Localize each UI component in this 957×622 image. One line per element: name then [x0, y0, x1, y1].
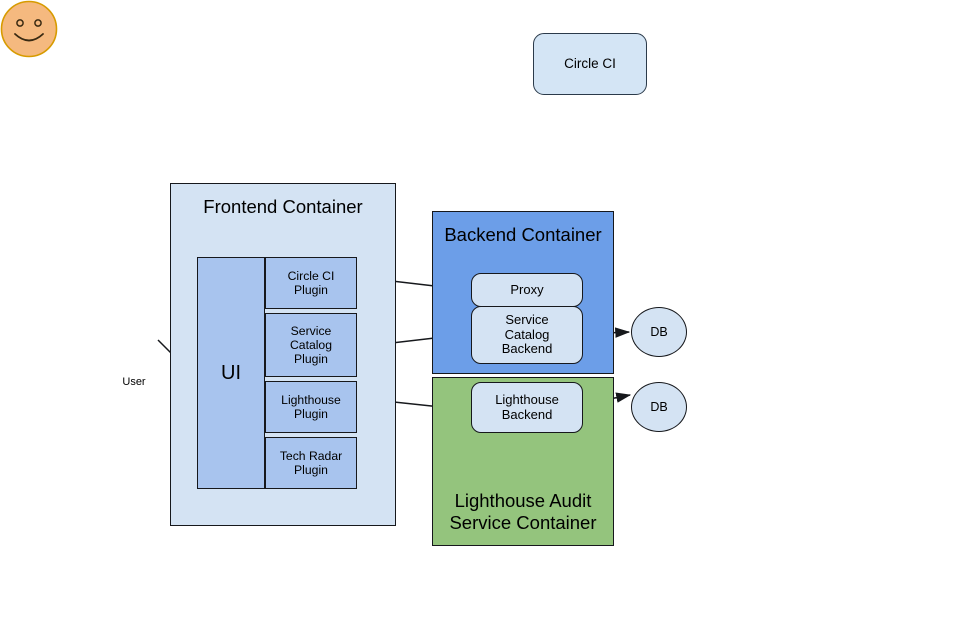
node-db-backend-label: DB	[650, 324, 668, 339]
node-ui-label: UI	[221, 361, 241, 384]
node-lighthouse-plugin[interactable]: Lighthouse Plugin	[265, 381, 357, 433]
node-circleci-plugin-label: Circle CI Plugin	[287, 268, 335, 297]
node-db-lighthouse[interactable]: DB	[631, 382, 687, 432]
node-user[interactable]	[0, 0, 58, 58]
node-circleci-plugin[interactable]: Circle CI Plugin	[265, 257, 357, 309]
smiley-face-icon	[0, 0, 58, 58]
node-lighthouse-backend[interactable]: Lighthouse Backend	[471, 382, 583, 433]
node-service-catalog-backend-label: Service Catalog Backend	[501, 311, 553, 357]
node-lighthouse-backend-label: Lighthouse Backend	[495, 391, 559, 422]
diagram-canvas: Circle CI Frontend Container UI Circle C…	[0, 0, 957, 622]
node-db-lighthouse-label: DB	[650, 399, 668, 414]
node-proxy[interactable]: Proxy	[471, 273, 583, 307]
node-circle-ci-label: Circle CI	[564, 56, 616, 72]
node-service-catalog-backend[interactable]: Service Catalog Backend	[471, 306, 583, 364]
container-lighthouse-audit-service-label: Lighthouse Audit Service Container	[449, 490, 597, 533]
container-backend-label: Backend Container	[444, 224, 602, 245]
node-user-label-wrap: User	[105, 374, 163, 390]
node-user-label: User	[122, 375, 146, 388]
node-circle-ci[interactable]: Circle CI	[533, 33, 647, 95]
node-lighthouse-plugin-label: Lighthouse Plugin	[281, 392, 341, 421]
node-service-catalog-plugin-label: Service Catalog Plugin	[289, 323, 332, 367]
node-db-backend[interactable]: DB	[631, 307, 687, 357]
node-tech-radar-plugin-label: Tech Radar Plugin	[279, 448, 343, 477]
node-tech-radar-plugin[interactable]: Tech Radar Plugin	[265, 437, 357, 489]
container-frontend-label: Frontend Container	[203, 196, 363, 217]
node-proxy-label: Proxy	[510, 281, 544, 297]
node-ui[interactable]: UI	[197, 257, 265, 489]
node-service-catalog-plugin[interactable]: Service Catalog Plugin	[265, 313, 357, 377]
